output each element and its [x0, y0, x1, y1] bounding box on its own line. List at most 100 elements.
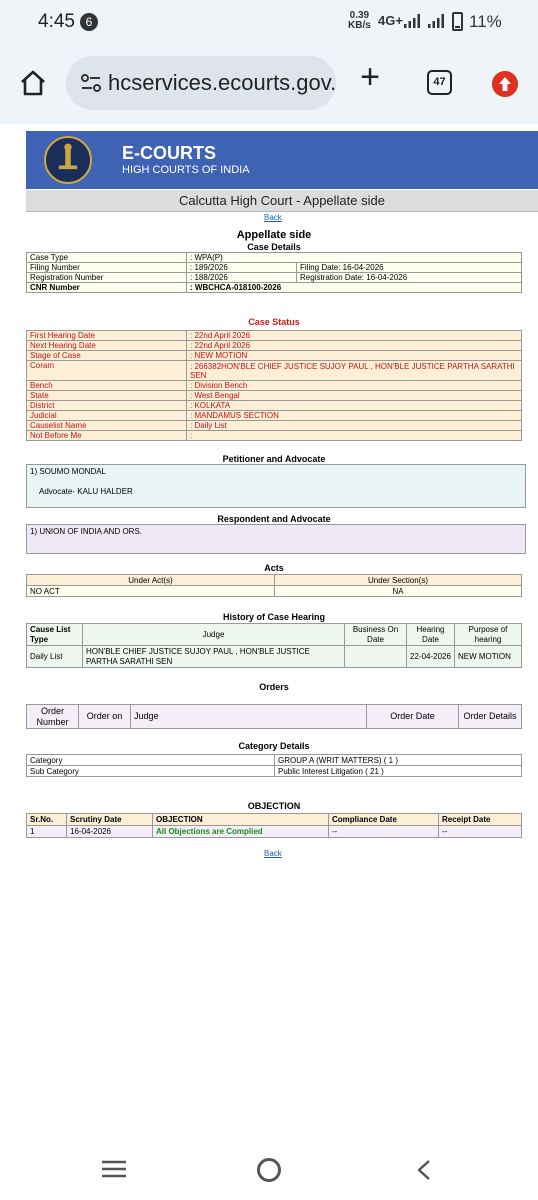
table-row: Next Hearing Date: 22nd April 2026 — [26, 340, 522, 351]
tab-switcher-button[interactable]: 47 — [427, 70, 452, 95]
table-row: Judicial: MANDAMUS SECTION — [26, 410, 522, 421]
objection-receipt-date: -- — [438, 825, 522, 838]
status-label: Causelist Name — [26, 420, 187, 431]
cnr-value: : WBCHCA-018100-2026 — [186, 282, 522, 293]
recent-apps-icon[interactable] — [102, 1160, 126, 1178]
signal-icon-secondary — [428, 14, 444, 28]
new-tab-button[interactable]: + — [356, 60, 384, 94]
section-title: Appellate side — [236, 229, 312, 241]
back-link-top[interactable]: Back — [264, 213, 282, 222]
orders-col-date: Order Date — [366, 704, 459, 729]
history-col-judge: Judge — [82, 623, 345, 646]
notification-count-badge: 6 — [80, 13, 98, 31]
acts-table: Under Act(s) Under Section(s) NO ACT NA — [26, 574, 522, 597]
act-value: NO ACT — [26, 585, 275, 597]
case-details-heading: Case Details — [247, 242, 301, 252]
history-table: Cause List Type Judge Business On Date H… — [26, 623, 522, 668]
category-table: Category GROUP A (WRIT MATTERS) ( 1 ) Su… — [26, 754, 522, 777]
table-row: Filing Number : 189/2026 Filing Date: 16… — [26, 262, 522, 273]
objection-table: Sr.No. Scrutiny Date OBJECTION Complianc… — [26, 813, 522, 838]
site-subtitle: HIGH COURTS OF INDIA — [122, 164, 250, 176]
status-label: Next Hearing Date — [26, 340, 187, 351]
objection-col-sr: Sr.No. — [26, 813, 67, 826]
status-value: : MANDAMUS SECTION — [186, 410, 522, 421]
site-title: E-COURTS — [122, 143, 216, 163]
table-row: First Hearing Date: 22nd April 2026 — [26, 330, 522, 341]
network-speed: 0.39 KB/s — [348, 11, 371, 31]
court-title-bar: Calcutta High Court - Appellate side — [26, 190, 538, 212]
objection-sr: 1 — [26, 825, 67, 838]
acts-heading: Acts — [264, 563, 284, 573]
table-row: Causelist Name: Daily List — [26, 420, 522, 431]
section-value: NA — [274, 585, 522, 597]
table-row: NO ACT NA — [26, 585, 522, 597]
orders-col-judge: Judge — [130, 704, 367, 729]
respondent-name: 1) UNION OF INDIA AND ORS. — [30, 527, 143, 536]
objection-col-scrutiny: Scrutiny Date — [66, 813, 153, 826]
address-bar[interactable]: hcservices.ecourts.gov.in — [66, 56, 336, 110]
network-speed-unit: KB/s — [348, 20, 371, 31]
history-hearing-date[interactable]: 22-04-2026 — [406, 645, 455, 668]
table-row: CNR Number : WBCHCA-018100-2026 — [26, 282, 522, 293]
orders-col-number: Order Number — [26, 704, 79, 729]
signal-icon — [404, 14, 420, 28]
filing-number-value: : 189/2026 — [186, 262, 297, 273]
table-row: Under Act(s) Under Section(s) — [26, 574, 522, 586]
registration-date-value: Registration Date: 16-04-2026 — [296, 272, 522, 283]
url-text[interactable]: hcservices.ecourts.gov.in — [108, 70, 336, 96]
site-settings-icon[interactable] — [80, 73, 102, 93]
back-nav-icon[interactable] — [414, 1159, 434, 1181]
table-row: Sub Category Public Interest Litigation … — [26, 765, 522, 777]
status-label: District — [26, 400, 187, 411]
history-col-hearing: Hearing Date — [406, 623, 455, 646]
table-row: Case Type : WPA(P) — [26, 252, 522, 263]
back-link-bottom[interactable]: Back — [264, 849, 282, 858]
status-label: Not Before Me — [26, 430, 187, 441]
category-heading: Category Details — [238, 741, 310, 751]
case-details-table: Case Type : WPA(P) Filing Number : 189/2… — [26, 252, 522, 293]
table-row: Sr.No. Scrutiny Date OBJECTION Complianc… — [26, 813, 522, 826]
category-value: GROUP A (WRIT MATTERS) ( 1 ) — [274, 754, 522, 766]
status-value: : NEW MOTION — [186, 350, 522, 361]
table-row: Daily List HON'BLE CHIEF JUSTICE SUJOY P… — [26, 645, 522, 668]
android-nav-bar — [0, 1140, 538, 1200]
respondent-box: 1) UNION OF INDIA AND ORS. — [26, 524, 526, 554]
petitioner-advocate: Advocate- KALU HALDER — [39, 487, 133, 496]
objection-col-objection: OBJECTION — [152, 813, 329, 826]
objection-scrutiny-date: 16-04-2026 — [66, 825, 153, 838]
history-purpose: NEW MOTION — [454, 645, 522, 668]
objection-col-receipt: Receipt Date — [438, 813, 522, 826]
update-icon[interactable] — [492, 71, 518, 97]
table-row: 1 16-04-2026 All Objections are Complied… — [26, 825, 522, 838]
registration-number-label: Registration Number — [26, 272, 187, 283]
table-row: Stage of Case: NEW MOTION — [26, 350, 522, 361]
ecourts-emblem-logo — [44, 136, 92, 184]
status-label: First Hearing Date — [26, 330, 187, 341]
status-bar: 4:45 6 0.39 KB/s 4G+ 11% — [0, 0, 538, 44]
petitioner-box: 1) SOUMO MONDAL Advocate- KALU HALDER — [26, 464, 526, 508]
status-label: Coram — [26, 360, 187, 381]
status-label: Judicial — [26, 410, 187, 421]
objection-heading: OBJECTION — [247, 801, 301, 811]
cnr-label: CNR Number — [26, 282, 187, 293]
history-causelist: Daily List — [26, 645, 83, 668]
status-value: : 266382HON'BLE CHIEF JUSTICE SUJOY PAUL… — [186, 360, 522, 381]
sub-category-value: Public Interest Litigation ( 21 ) — [274, 765, 522, 777]
status-value: : — [186, 430, 522, 441]
table-row: Category GROUP A (WRIT MATTERS) ( 1 ) — [26, 754, 522, 766]
status-value: : KOLKATA — [186, 400, 522, 411]
respondent-heading: Respondent and Advocate — [217, 514, 331, 524]
home-icon[interactable] — [18, 68, 48, 98]
battery-icon — [452, 12, 463, 31]
table-row: Registration Number : 188/2026 Registrat… — [26, 272, 522, 283]
acts-col-section: Under Section(s) — [274, 574, 522, 586]
home-nav-icon[interactable] — [257, 1158, 281, 1182]
table-row: Not Before Me: — [26, 430, 522, 441]
status-value: : 22nd April 2026 — [186, 340, 522, 351]
table-row: Cause List Type Judge Business On Date H… — [26, 623, 522, 646]
objection-col-compliance: Compliance Date — [328, 813, 439, 826]
battery-percent: 11% — [469, 12, 502, 31]
history-heading: History of Case Hearing — [222, 612, 326, 622]
table-row: Order Number Order on Judge Order Date O… — [26, 704, 522, 729]
acts-col-act: Under Act(s) — [26, 574, 275, 586]
